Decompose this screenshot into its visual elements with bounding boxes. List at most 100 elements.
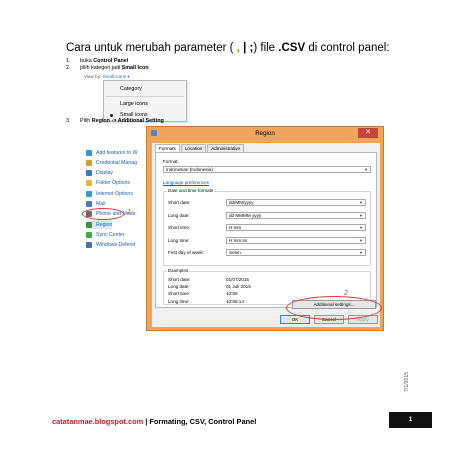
chevron-down-icon: ▼ [359, 212, 363, 218]
step-text: buka [80, 58, 92, 64]
tab-location[interactable]: Location [180, 144, 207, 152]
step-num: 2. [66, 65, 71, 71]
footer: catatanmae.blogspot.com | Formating, CSV… [52, 417, 256, 426]
example-value: 10:56 [226, 291, 238, 297]
side-date: 7/1/2015 [404, 371, 410, 392]
footer-site: catatanmae.blogspot.com [52, 417, 144, 426]
field-select[interactable]: dd MMMM yyyy ▼ [226, 211, 366, 219]
example-value: 01 Juli 2015 [226, 284, 251, 290]
field-select[interactable]: dd/MM/yyyy ▼ [226, 199, 366, 206]
field-label: Long time: [168, 237, 190, 243]
format-select[interactable]: Indonesian (Indonesia) ▼ [163, 166, 371, 173]
cp-item[interactable]: Windows Defend [86, 241, 135, 250]
dialog-title: Region [255, 130, 275, 137]
field-label: First day of week: [168, 250, 204, 255]
cp-item-icon [86, 170, 92, 177]
radio-dot-icon [110, 114, 113, 117]
cp-item[interactable]: Sync Center [86, 230, 125, 239]
close-button[interactable]: ✕ [358, 128, 378, 138]
field-label: Short time: [168, 225, 191, 230]
group-label: Date and time formats [167, 188, 215, 193]
tab-formats[interactable]: Formats [155, 144, 180, 152]
title-csv: .CSV [278, 42, 306, 54]
step-bold: Control Panel [93, 58, 129, 64]
step-num: 1. [66, 58, 71, 64]
cp-item[interactable]: Credential Manag [86, 158, 137, 167]
title-text: Cara untuk merubah parameter ( [66, 42, 234, 54]
viewby-menu: Category Large icons Small icons [103, 80, 187, 122]
chevron-down-icon: ▼ [364, 167, 368, 172]
viewby-dropdown[interactable]: Small icons ▾ [103, 74, 130, 79]
field-label: Short date: [168, 200, 191, 205]
chevron-down-icon: ▼ [359, 200, 363, 205]
cp-item[interactable]: Region [86, 220, 113, 230]
page-title: Cara untuk merubah parameter ( , | ;) fi… [66, 42, 390, 54]
cp-item-icon [86, 201, 92, 207]
cp-item-label: Windows Defend [96, 242, 136, 249]
cp-item-icon [86, 221, 92, 228]
cp-item-label: Add features to W [96, 149, 138, 156]
viewby-label: View by: [84, 74, 102, 79]
step-text: pilih kategori jadi [80, 65, 121, 71]
example-label: Long time: [168, 298, 190, 304]
examples-label: Examples [167, 268, 190, 273]
example-value: 01/07/2015 [226, 277, 249, 282]
example-value: 10:56:14 [226, 298, 244, 304]
cp-item-icon [86, 180, 92, 187]
cp-item[interactable]: Internet Options [86, 189, 133, 198]
step-1: 1. buka Control Panel [66, 58, 128, 64]
chevron-down-icon: ▼ [359, 237, 363, 243]
field-label: Long date: [168, 212, 190, 218]
cp-item-label: Credential Manag [96, 159, 137, 166]
cp-item-icon [86, 231, 92, 238]
tab-administrative[interactable]: Administrative [207, 144, 245, 152]
cp-item-icon [86, 190, 92, 197]
cp-item[interactable]: Add features to W [86, 148, 138, 157]
field-value: H:mm:ss [229, 237, 248, 243]
title-mid: ) file [253, 42, 276, 54]
step-text: Pilih [80, 118, 91, 124]
cp-item[interactable]: Folder Options [86, 179, 130, 188]
menu-item-large-icons[interactable]: Large icons [120, 101, 148, 107]
dialog-titlebar[interactable]: Region ✕ [147, 127, 383, 140]
field-select[interactable]: Senin ▼ [226, 249, 366, 256]
field-value: dd/MM/yyyy [229, 200, 254, 205]
example-label: Short time: [168, 291, 191, 297]
format-label: Format: [163, 159, 179, 164]
region-highlight-circle [82, 208, 124, 220]
cp-item-icon [86, 159, 92, 166]
cp-item-label: Internet Options [96, 190, 133, 197]
cp-item-icon [86, 242, 92, 249]
field-select[interactable]: H:mm:ss ▼ [226, 236, 366, 244]
footer-text: | Formating, CSV, Control Panel [143, 417, 257, 426]
field-value: H:mm [229, 225, 242, 230]
chevron-down-icon: ▼ [359, 225, 363, 230]
menu-item-category[interactable]: Category [120, 86, 142, 92]
field-value: dd MMMM yyyy [229, 212, 262, 218]
chevron-down-icon: ▼ [359, 250, 363, 255]
cp-item-label: Folder Options [96, 180, 131, 187]
title-end: di control panel: [308, 42, 390, 54]
field-select[interactable]: H:mm ▼ [226, 224, 366, 231]
menu-separator [106, 96, 184, 97]
step-num: 3. [66, 118, 71, 124]
language-preferences-link[interactable]: Language preferences [163, 180, 209, 185]
title-comma: , [236, 42, 240, 54]
step-2: 2. pilih kategori jadi Small Icon [66, 65, 149, 71]
tab-bar: Formats Location Administrative [155, 144, 245, 152]
example-label: Long date: [168, 284, 190, 290]
step-3: 3. Pilih Region -> Additional Setting [66, 118, 164, 124]
cp-item-label: Region [96, 221, 113, 228]
formats-panel: Format: Indonesian (Indonesia) ▼ Languag… [155, 152, 377, 308]
cp-item-label: Display [96, 170, 114, 177]
format-value: Indonesian (Indonesia) [166, 167, 213, 172]
cp-item-label: Sync Center [96, 231, 125, 238]
cp-item-icon [86, 149, 92, 156]
field-value: Senin [229, 250, 241, 255]
cp-item-label: Mail [96, 201, 106, 207]
annotation-1: 1 [127, 209, 131, 216]
annotation-2: 2 [344, 290, 348, 297]
cp-item[interactable]: Display [86, 169, 113, 178]
title-pipe: | [243, 42, 247, 54]
step-bold: Region -> Additional Setting [91, 118, 164, 124]
